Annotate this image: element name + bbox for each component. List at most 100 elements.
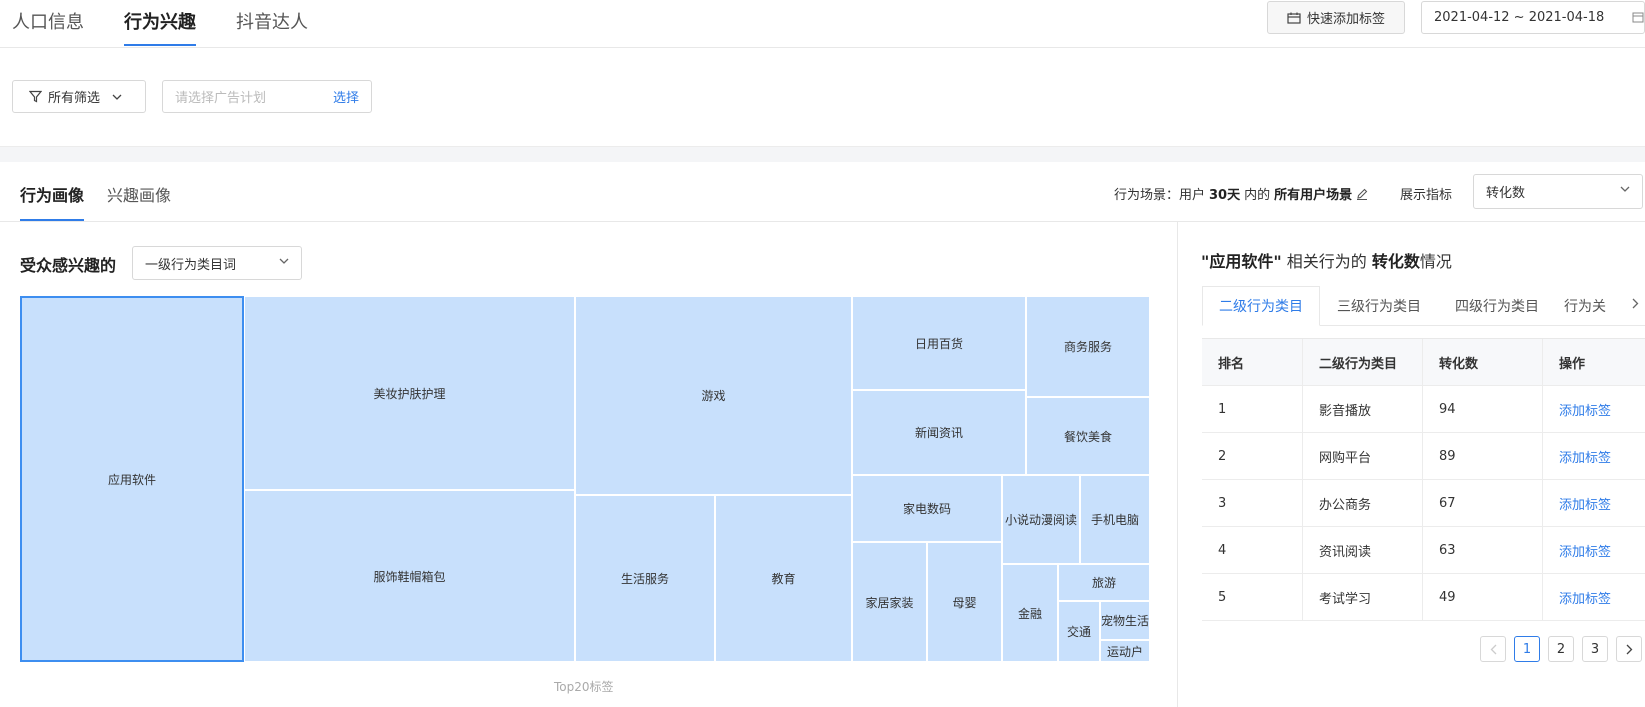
detail-title-metric: 转化数 [1371, 252, 1420, 271]
section-separator [0, 146, 1645, 162]
metric-select[interactable]: 转化数 [1473, 174, 1643, 209]
row-rank: 2 [1202, 433, 1303, 479]
page-3-button[interactable]: 3 [1582, 636, 1608, 662]
tab-behavior-keyword[interactable]: 行为关 [1556, 286, 1620, 326]
category-level-tabs: 二级行为类目 三级行为类目 四级行为类目 行为关 [1202, 286, 1645, 326]
tab-behavior-portrait[interactable]: 行为画像 [20, 182, 84, 206]
treemap-cell[interactable]: 日用百货 [852, 296, 1026, 390]
add-tag-link[interactable]: 添加标签 [1559, 400, 1611, 419]
row-category: 办公商务 [1303, 480, 1423, 526]
behavior-scene: 行为场景：用户 30天 内的 所有用户场景 [1114, 184, 1368, 203]
treemap-cell[interactable]: 餐饮美食 [1026, 397, 1150, 475]
all-filters-label: 所有筛选 [48, 91, 101, 106]
header-category: 二级行为类目 [1303, 339, 1423, 385]
scene-prefix: 行为场景：用户 [1114, 188, 1206, 203]
detail-title-category: "应用软件" [1201, 252, 1282, 271]
table-row: 1 影音播放 94 添加标签 [1202, 386, 1645, 433]
category-level-select[interactable]: 一级行为类目词 [132, 246, 302, 280]
row-rank: 5 [1202, 574, 1303, 620]
edit-icon[interactable] [1356, 188, 1368, 200]
scene-days: 30天 [1209, 188, 1241, 203]
treemap-cell[interactable]: 生活服务 [575, 495, 715, 662]
row-value: 89 [1423, 433, 1543, 479]
row-category: 考试学习 [1303, 574, 1423, 620]
tab-interest-portrait[interactable]: 兴趣画像 [107, 182, 171, 206]
treemap-cell[interactable]: 运动户 [1100, 640, 1150, 662]
row-rank: 1 [1202, 386, 1303, 432]
add-tag-link[interactable]: 添加标签 [1559, 588, 1611, 607]
row-value: 67 [1423, 480, 1543, 526]
table-row: 4 资讯阅读 63 添加标签 [1202, 527, 1645, 574]
active-section-indicator [20, 219, 84, 221]
detail-title: "应用软件" 相关行为的 转化数情况 [1201, 248, 1452, 272]
panel-divider [1177, 222, 1178, 707]
treemap-cell[interactable]: 教育 [715, 495, 852, 662]
row-value: 94 [1423, 386, 1543, 432]
date-range-value: 2021-04-12 ~ 2021-04-18 [1434, 10, 1605, 25]
treemap-caption: Top20标签 [554, 680, 614, 694]
tab-douyin-creators[interactable]: 抖音达人 [236, 8, 308, 34]
category-level-selected: 一级行为类目词 [145, 257, 237, 273]
top-tabs: 人口信息 行为兴趣 抖音达人 快速添加标签 2021-04-12 ~ 2021-… [0, 0, 1645, 48]
page-1-button[interactable]: 1 [1514, 636, 1540, 662]
treemap-cell[interactable]: 交通 [1058, 601, 1100, 662]
tab-level-4[interactable]: 四级行为类目 [1438, 286, 1556, 326]
scene-mid: 内的 [1244, 188, 1271, 203]
table-row: 2 网购平台 89 添加标签 [1202, 433, 1645, 480]
detail-title-mid: 相关行为的 [1281, 252, 1372, 271]
treemap-cell[interactable]: 手机电脑 [1080, 475, 1150, 564]
treemap-cell[interactable]: 家居家装 [852, 542, 927, 662]
calendar-icon[interactable] [1632, 11, 1644, 23]
treemap-cell[interactable]: 母婴 [927, 542, 1002, 662]
table-header-row: 排名 二级行为类目 转化数 操作 [1202, 339, 1645, 386]
treemap-cell[interactable]: 旅游 [1058, 564, 1150, 601]
row-value: 49 [1423, 574, 1543, 620]
chevron-down-icon [112, 94, 122, 100]
treemap-cell[interactable]: 新闻资讯 [852, 390, 1026, 475]
add-tag-link[interactable]: 添加标签 [1559, 541, 1611, 560]
row-category: 资讯阅读 [1303, 527, 1423, 573]
interest-title: 受众感兴趣的 [20, 256, 117, 275]
row-category: 网购平台 [1303, 433, 1423, 479]
treemap-cell[interactable]: 金融 [1002, 564, 1058, 662]
detail-title-end: 情况 [1419, 252, 1452, 271]
treemap-cell[interactable]: 服饰鞋帽箱包 [244, 490, 575, 662]
page-2-button[interactable]: 2 [1548, 636, 1574, 662]
row-category: 影音播放 [1303, 386, 1423, 432]
tab-demographics[interactable]: 人口信息 [12, 8, 84, 34]
treemap-cell[interactable]: 游戏 [575, 296, 852, 495]
row-value: 63 [1423, 527, 1543, 573]
pagination: 1 2 3 [1480, 636, 1642, 662]
active-tab-indicator [124, 44, 196, 46]
ad-plan-placeholder: 请选择广告计划 [175, 91, 267, 106]
treemap-cell[interactable]: 宠物生活 [1100, 601, 1150, 640]
treemap-cell[interactable]: 家电数码 [852, 475, 1002, 542]
date-range-picker[interactable]: 2021-04-12 ~ 2021-04-18 [1421, 1, 1645, 34]
treemap-cell[interactable]: 应用软件 [20, 296, 244, 662]
add-tag-link[interactable]: 添加标签 [1559, 494, 1611, 513]
quick-add-tag-button[interactable]: 快速添加标签 [1267, 1, 1405, 34]
treemap-cell[interactable]: 商务服务 [1026, 296, 1150, 397]
header-metric: 转化数 [1423, 339, 1543, 385]
prev-page-button[interactable] [1480, 636, 1506, 662]
tab-level-2[interactable]: 二级行为类目 [1202, 286, 1320, 326]
treemap-cell[interactable]: 小说动漫阅读 [1002, 475, 1080, 564]
interest-treemap: 应用软件 美妆护肤护理 服饰鞋帽箱包 游戏 生活服务 教育 日用百货 商务服务 … [20, 296, 1150, 662]
category-table: 排名 二级行为类目 转化数 操作 1 影音播放 94 添加标签 2 网购平台 8… [1202, 338, 1645, 621]
metric-selected: 转化数 [1486, 186, 1526, 201]
filter-icon [29, 90, 42, 103]
chevron-left-icon [1490, 644, 1497, 655]
tab-level-3[interactable]: 三级行为类目 [1320, 286, 1438, 326]
treemap-cell[interactable]: 美妆护肤护理 [244, 296, 575, 490]
next-page-button[interactable] [1616, 636, 1642, 662]
add-tag-link[interactable]: 添加标签 [1559, 447, 1611, 466]
metric-label: 展示指标 [1400, 188, 1453, 203]
tab-behavior-interest[interactable]: 行为兴趣 [124, 8, 196, 34]
select-plan-link[interactable]: 选择 [333, 87, 359, 106]
chevron-right-icon[interactable] [1632, 298, 1639, 309]
scene-value: 所有用户场景 [1274, 188, 1353, 203]
ad-plan-input[interactable]: 请选择广告计划 选择 [162, 80, 372, 113]
all-filters-button[interactable]: 所有筛选 [12, 80, 146, 113]
table-row: 5 考试学习 49 添加标签 [1202, 574, 1645, 621]
calendar-tag-icon [1287, 12, 1301, 24]
